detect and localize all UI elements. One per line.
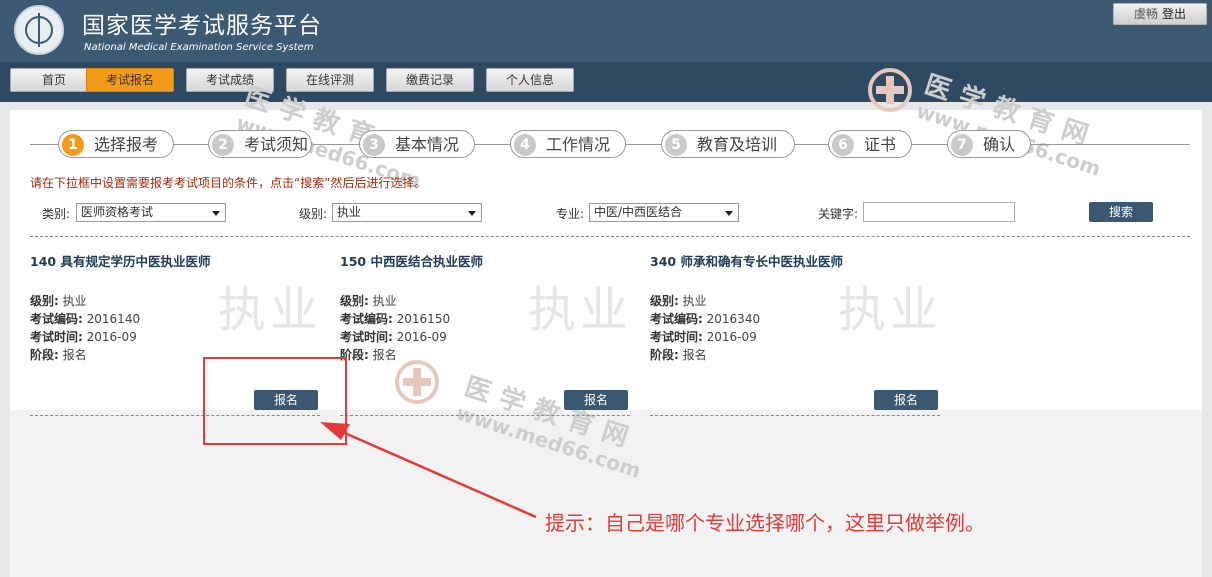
- annotation-hint: 提示：自己是哪个专业选择哪个，这里只做举例。: [545, 511, 985, 535]
- annotation-arrow-icon: [320, 422, 537, 519]
